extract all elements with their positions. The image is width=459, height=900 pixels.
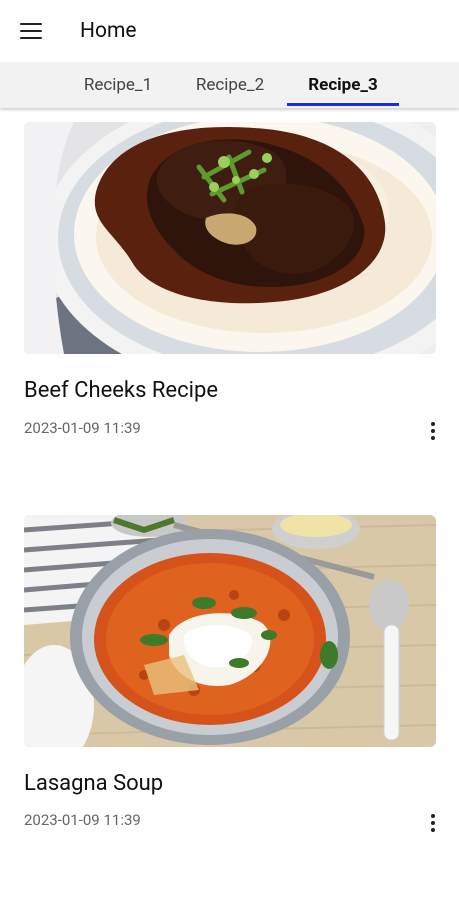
hamburger-menu-icon xyxy=(20,23,42,39)
recipe-timestamp: 2023-01-09 11:39 xyxy=(24,811,141,829)
menu-button[interactable] xyxy=(0,0,62,62)
tab-label: Recipe_2 xyxy=(195,75,265,95)
tab-label: Recipe_3 xyxy=(308,75,378,95)
tab-bar: Recipe_1 Recipe_2 Recipe_3 xyxy=(0,62,459,108)
tab-recipe-1[interactable]: Recipe_1 xyxy=(68,62,168,108)
page-title: Home xyxy=(80,19,137,43)
more-options-icon[interactable] xyxy=(421,811,445,835)
active-tab-indicator xyxy=(287,103,399,106)
recipe-timestamp: 2023-01-09 11:39 xyxy=(24,419,141,437)
more-options-icon[interactable] xyxy=(421,419,445,443)
app-bar: Home xyxy=(0,0,459,62)
recipe-title: Beef Cheeks Recipe xyxy=(24,378,218,403)
beef-cheeks-photo[interactable] xyxy=(24,122,436,354)
tab-recipe-3[interactable]: Recipe_3 xyxy=(287,62,399,108)
lasagna-soup-photo[interactable] xyxy=(24,515,436,747)
tab-recipe-2[interactable]: Recipe_2 xyxy=(180,62,280,108)
tab-label: Recipe_1 xyxy=(83,75,153,95)
recipe-title: Lasagna Soup xyxy=(24,771,164,796)
